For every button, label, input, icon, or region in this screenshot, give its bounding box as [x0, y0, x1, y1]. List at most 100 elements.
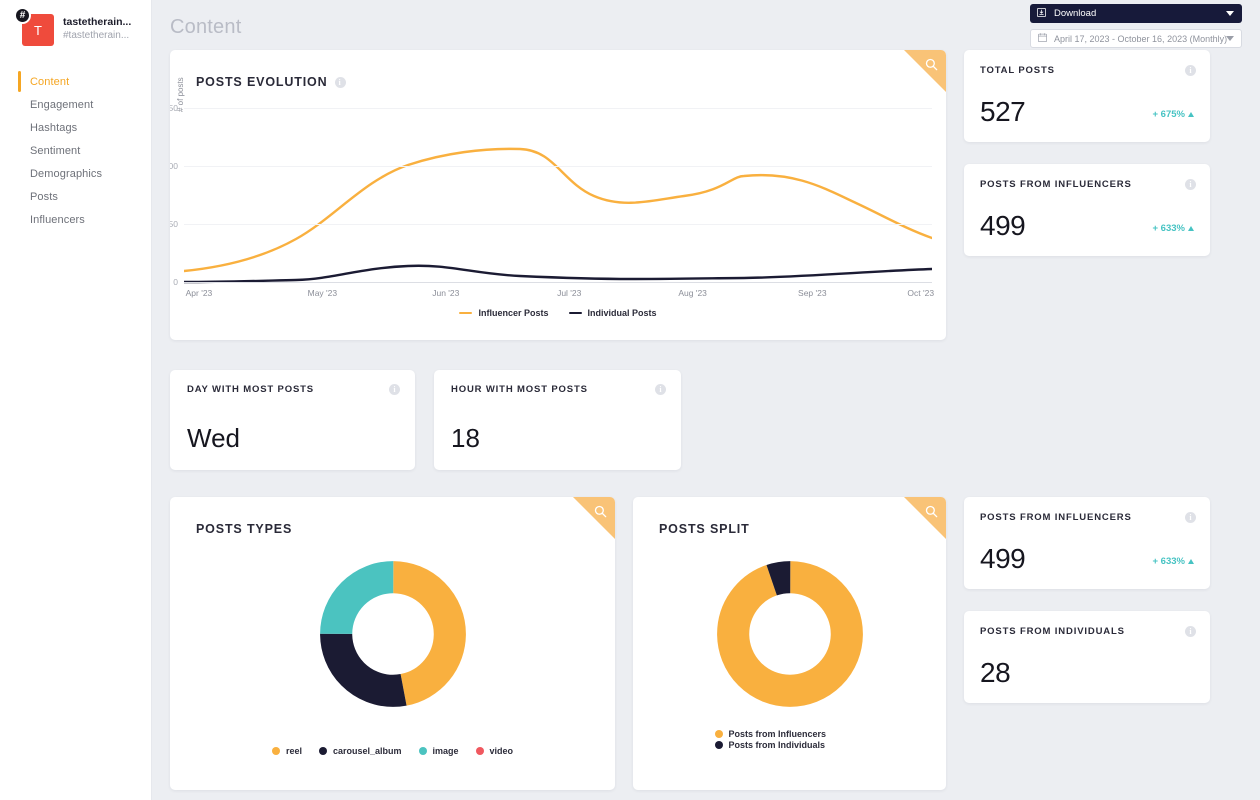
legend-item-reel[interactable]: reel — [271, 746, 302, 756]
y-tick-150: 150 — [170, 103, 178, 113]
magnifier-icon — [925, 58, 938, 71]
posts-evolution-title: POSTS EVOLUTION i — [196, 75, 346, 89]
x-tick-jun: Jun '23 — [432, 288, 460, 298]
posts-types-legend: reel carousel_album image video — [170, 746, 615, 756]
y-tick-0: 0 — [173, 277, 178, 287]
stat-title: POSTS FROM INFLUENCERS — [980, 512, 1132, 523]
stat-delta: + 675% — [1152, 109, 1194, 120]
legend-swatch — [568, 311, 582, 315]
legend-swatch — [418, 747, 427, 755]
chevron-down-icon — [1226, 11, 1234, 16]
page-title: Content — [170, 16, 242, 38]
posts-split-title: POSTS SPLIT — [659, 522, 750, 536]
legend-label: carousel_album — [332, 746, 402, 756]
x-tick-sep: Sep '23 — [798, 288, 827, 298]
chart-legend: Influencer Posts Individual Posts — [170, 308, 946, 318]
posts-split-legend: Posts from Influencers Posts from Indivi… — [633, 729, 946, 750]
kpi-card-day-with-most-posts: DAY WITH MOST POSTS i Wed — [170, 370, 415, 470]
sidebar-item-engagement[interactable]: Engagement — [0, 93, 151, 116]
legend-label: Influencer Posts — [478, 308, 549, 318]
posts-types-title: POSTS TYPES — [196, 522, 292, 536]
magnifier-icon — [594, 505, 607, 518]
date-range-selector[interactable]: April 17, 2023 - October 16, 2023 (Month… — [1030, 29, 1242, 48]
legend-item-video[interactable]: video — [475, 746, 514, 756]
legend-item-image[interactable]: image — [418, 746, 459, 756]
app-root: T # tastetherain... #tastetherain... Con… — [0, 0, 1260, 800]
kpi-title: DAY WITH MOST POSTS — [187, 384, 314, 395]
sidebar-item-posts[interactable]: Posts — [0, 185, 151, 208]
info-icon[interactable]: i — [334, 76, 346, 88]
kpi-card-hour-with-most-posts: HOUR WITH MOST POSTS i 18 — [434, 370, 681, 470]
legend-item-posts-from-individuals[interactable]: Posts from Individuals — [714, 740, 865, 750]
profile-header[interactable]: T # tastetherain... #tastetherain... — [0, 0, 151, 46]
legend-label: Individual Posts — [587, 308, 657, 318]
legend-item-individual-posts[interactable]: Individual Posts — [568, 308, 657, 318]
sidebar: T # tastetherain... #tastetherain... Con… — [0, 0, 152, 800]
stat-title: POSTS FROM INDIVIDUALS — [980, 626, 1125, 637]
x-tick-aug: Aug '23 — [678, 288, 707, 298]
info-icon[interactable]: i — [1185, 179, 1196, 190]
sidebar-item-hashtags[interactable]: Hashtags — [0, 116, 151, 139]
kpi-value: Wed — [187, 423, 240, 453]
stat-value: 499 — [980, 210, 1026, 241]
stat-value: 527 — [980, 96, 1026, 127]
sidebar-item-influencers[interactable]: Influencers — [0, 208, 151, 231]
info-icon[interactable]: i — [1185, 626, 1196, 637]
stat-card-posts-from-individuals: POSTS FROM INDIVIDUALS i 28 — [964, 611, 1210, 703]
arrow-up-icon — [1188, 226, 1194, 231]
posts-evolution-card: POSTS EVOLUTION i # of posts 150 100 50 … — [170, 50, 946, 340]
chart-lines — [182, 147, 934, 284]
legend-item-posts-from-influencers[interactable]: Posts from Influencers — [714, 729, 865, 739]
stat-delta: + 633% — [1152, 223, 1194, 234]
top-controls: Download April 17, 2023 - October 16, 20… — [1030, 4, 1242, 48]
legend-swatch — [271, 747, 280, 755]
posts-types-donut — [170, 559, 615, 709]
stat-value: 499 — [980, 543, 1026, 574]
calendar-icon — [1038, 33, 1047, 44]
legend-item-carousel-album[interactable]: carousel_album — [318, 746, 402, 756]
arrow-up-icon — [1188, 559, 1194, 564]
legend-label: image — [432, 746, 459, 756]
legend-label: reel — [285, 746, 302, 756]
info-icon[interactable]: i — [389, 384, 400, 395]
donut-chart — [716, 561, 863, 707]
sidebar-item-sentiment[interactable]: Sentiment — [0, 139, 151, 162]
title-text: POSTS TYPES — [196, 522, 293, 536]
info-icon[interactable]: i — [1185, 65, 1196, 76]
date-range-label: April 17, 2023 - October 16, 2023 (Month… — [1054, 33, 1228, 44]
info-icon[interactable]: i — [1185, 512, 1196, 523]
title-text: POSTS EVOLUTION — [196, 75, 328, 89]
expand-chart-button[interactable] — [904, 497, 946, 539]
posts-split-card: POSTS SPLIT Posts from Influencers Posts… — [633, 497, 946, 790]
expand-chart-button[interactable] — [904, 50, 946, 92]
legend-label: video — [489, 746, 514, 756]
legend-swatch — [475, 747, 484, 755]
y-tick-50: 50 — [170, 219, 178, 229]
delta-text: + 633% — [1152, 223, 1186, 234]
x-tick-jul: Jul '23 — [557, 288, 582, 298]
legend-label: Posts from Individuals — [728, 740, 826, 750]
x-tick-oct: Oct '23 — [907, 288, 935, 298]
donut-chart — [319, 561, 466, 707]
legend-swatch — [459, 311, 473, 315]
x-tick-apr: Apr '23 — [185, 288, 213, 298]
corner-triangle — [904, 497, 946, 539]
stat-card-total-posts: TOTAL POSTS i 527 + 675% — [964, 50, 1210, 142]
expand-chart-button[interactable] — [573, 497, 615, 539]
y-tick-100: 100 — [170, 161, 178, 171]
delta-text: + 675% — [1152, 109, 1186, 120]
legend-item-influencer-posts[interactable]: Influencer Posts — [459, 308, 549, 318]
info-icon[interactable]: i — [655, 384, 666, 395]
download-button[interactable]: Download — [1030, 4, 1242, 23]
stat-title: TOTAL POSTS — [980, 65, 1055, 76]
magnifier-icon — [925, 505, 938, 518]
stat-delta: + 633% — [1153, 556, 1194, 567]
corner-triangle — [573, 497, 615, 539]
posts-types-card: POSTS TYPES reel carousel_album image vi… — [170, 497, 615, 790]
sidebar-item-demographics[interactable]: Demographics — [0, 162, 151, 185]
download-label: Download — [1054, 8, 1097, 19]
legend-label: Posts from Influencers — [728, 729, 827, 739]
x-tick-may: May '23 — [307, 288, 338, 298]
sidebar-item-content[interactable]: Content — [0, 70, 151, 93]
profile-handle: #tastetherain... — [63, 30, 130, 41]
